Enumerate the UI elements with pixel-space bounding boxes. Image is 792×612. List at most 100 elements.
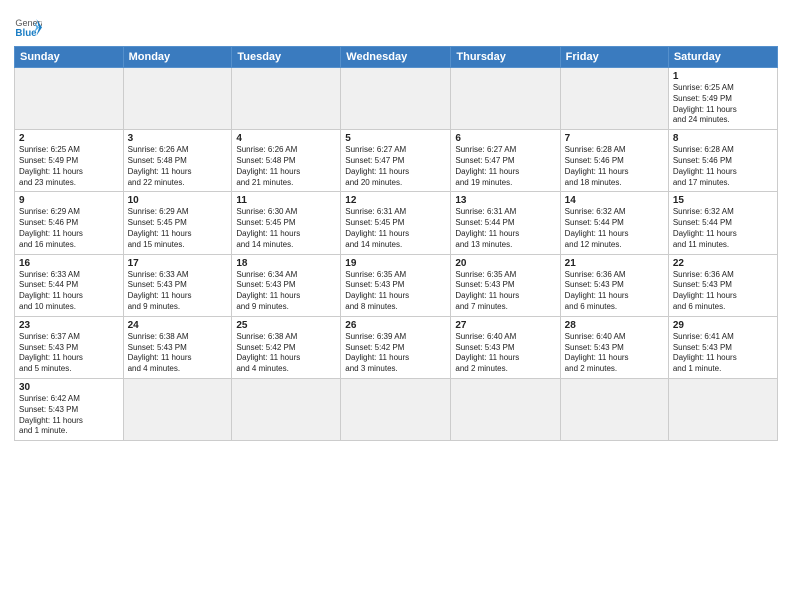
day-info: Sunrise: 6:28 AMSunset: 5:46 PMDaylight:… bbox=[673, 145, 773, 188]
day-number: 17 bbox=[128, 258, 228, 269]
day-info: Sunrise: 6:41 AMSunset: 5:43 PMDaylight:… bbox=[673, 332, 773, 375]
day-number: 4 bbox=[236, 133, 336, 144]
calendar-cell bbox=[560, 378, 668, 440]
day-number: 23 bbox=[19, 320, 119, 331]
day-number: 30 bbox=[19, 382, 119, 393]
day-number: 18 bbox=[236, 258, 336, 269]
day-info: Sunrise: 6:38 AMSunset: 5:42 PMDaylight:… bbox=[236, 332, 336, 375]
day-number: 15 bbox=[673, 195, 773, 206]
calendar-table: SundayMondayTuesdayWednesdayThursdayFrid… bbox=[14, 46, 778, 441]
day-number: 3 bbox=[128, 133, 228, 144]
day-number: 1 bbox=[673, 71, 773, 82]
calendar-cell: 18Sunrise: 6:34 AMSunset: 5:43 PMDayligh… bbox=[232, 254, 341, 316]
calendar-cell bbox=[341, 68, 451, 130]
calendar-cell: 1Sunrise: 6:25 AMSunset: 5:49 PMDaylight… bbox=[668, 68, 777, 130]
calendar-cell: 3Sunrise: 6:26 AMSunset: 5:48 PMDaylight… bbox=[123, 130, 232, 192]
calendar-cell: 11Sunrise: 6:30 AMSunset: 5:45 PMDayligh… bbox=[232, 192, 341, 254]
calendar-cell bbox=[232, 378, 341, 440]
day-info: Sunrise: 6:42 AMSunset: 5:43 PMDaylight:… bbox=[19, 394, 119, 437]
calendar-cell bbox=[341, 378, 451, 440]
calendar-week-0: 1Sunrise: 6:25 AMSunset: 5:49 PMDaylight… bbox=[15, 68, 778, 130]
svg-text:Blue: Blue bbox=[15, 28, 37, 39]
day-number: 16 bbox=[19, 258, 119, 269]
calendar-cell bbox=[451, 378, 560, 440]
calendar-cell: 19Sunrise: 6:35 AMSunset: 5:43 PMDayligh… bbox=[341, 254, 451, 316]
day-info: Sunrise: 6:33 AMSunset: 5:43 PMDaylight:… bbox=[128, 270, 228, 313]
day-number: 8 bbox=[673, 133, 773, 144]
day-info: Sunrise: 6:40 AMSunset: 5:43 PMDaylight:… bbox=[565, 332, 664, 375]
calendar-cell: 6Sunrise: 6:27 AMSunset: 5:47 PMDaylight… bbox=[451, 130, 560, 192]
day-number: 10 bbox=[128, 195, 228, 206]
calendar-week-1: 2Sunrise: 6:25 AMSunset: 5:49 PMDaylight… bbox=[15, 130, 778, 192]
day-number: 2 bbox=[19, 133, 119, 144]
logo: General Blue bbox=[14, 14, 44, 40]
calendar-cell: 16Sunrise: 6:33 AMSunset: 5:44 PMDayligh… bbox=[15, 254, 124, 316]
day-number: 26 bbox=[345, 320, 446, 331]
day-number: 14 bbox=[565, 195, 664, 206]
day-number: 7 bbox=[565, 133, 664, 144]
day-info: Sunrise: 6:35 AMSunset: 5:43 PMDaylight:… bbox=[455, 270, 555, 313]
calendar-cell: 29Sunrise: 6:41 AMSunset: 5:43 PMDayligh… bbox=[668, 316, 777, 378]
calendar-cell: 21Sunrise: 6:36 AMSunset: 5:43 PMDayligh… bbox=[560, 254, 668, 316]
calendar-week-5: 30Sunrise: 6:42 AMSunset: 5:43 PMDayligh… bbox=[15, 378, 778, 440]
day-number: 27 bbox=[455, 320, 555, 331]
calendar-cell bbox=[451, 68, 560, 130]
calendar-cell bbox=[232, 68, 341, 130]
calendar-cell bbox=[123, 378, 232, 440]
calendar-cell: 7Sunrise: 6:28 AMSunset: 5:46 PMDaylight… bbox=[560, 130, 668, 192]
calendar-week-2: 9Sunrise: 6:29 AMSunset: 5:46 PMDaylight… bbox=[15, 192, 778, 254]
calendar-cell: 5Sunrise: 6:27 AMSunset: 5:47 PMDaylight… bbox=[341, 130, 451, 192]
day-number: 22 bbox=[673, 258, 773, 269]
calendar-cell: 17Sunrise: 6:33 AMSunset: 5:43 PMDayligh… bbox=[123, 254, 232, 316]
day-number: 29 bbox=[673, 320, 773, 331]
weekday-header-tuesday: Tuesday bbox=[232, 47, 341, 68]
calendar-body: 1 Sunrise: 6:25 AMSunset: 5:49 PMDaylight… bbox=[15, 68, 778, 441]
calendar-cell: 22Sunrise: 6:36 AMSunset: 5:43 PMDayligh… bbox=[668, 254, 777, 316]
day-info: Sunrise: 6:36 AMSunset: 5:43 PMDaylight:… bbox=[565, 270, 664, 313]
logo-icon: General Blue bbox=[14, 12, 42, 40]
weekday-header-row: SundayMondayTuesdayWednesdayThursdayFrid… bbox=[15, 47, 778, 68]
day-number: 9 bbox=[19, 195, 119, 206]
day-info: Sunrise: 6:27 AMSunset: 5:47 PMDaylight:… bbox=[455, 145, 555, 188]
weekday-header-wednesday: Wednesday bbox=[341, 47, 451, 68]
day-info: Sunrise: 6:26 AMSunset: 5:48 PMDaylight:… bbox=[236, 145, 336, 188]
weekday-header-saturday: Saturday bbox=[668, 47, 777, 68]
weekday-header-thursday: Thursday bbox=[451, 47, 560, 68]
day-info: Sunrise: 6:40 AMSunset: 5:43 PMDaylight:… bbox=[455, 332, 555, 375]
day-info: Sunrise: 6:38 AMSunset: 5:43 PMDaylight:… bbox=[128, 332, 228, 375]
day-info: Sunrise: 6:34 AMSunset: 5:43 PMDaylight:… bbox=[236, 270, 336, 313]
day-info: Sunrise: 6:31 AMSunset: 5:45 PMDaylight:… bbox=[345, 207, 446, 250]
calendar-cell: 12Sunrise: 6:31 AMSunset: 5:45 PMDayligh… bbox=[341, 192, 451, 254]
day-number: 28 bbox=[565, 320, 664, 331]
day-number: 19 bbox=[345, 258, 446, 269]
calendar-cell: 28Sunrise: 6:40 AMSunset: 5:43 PMDayligh… bbox=[560, 316, 668, 378]
calendar-cell: 15Sunrise: 6:32 AMSunset: 5:44 PMDayligh… bbox=[668, 192, 777, 254]
calendar-cell: 26Sunrise: 6:39 AMSunset: 5:42 PMDayligh… bbox=[341, 316, 451, 378]
calendar-cell: 2Sunrise: 6:25 AMSunset: 5:49 PMDaylight… bbox=[15, 130, 124, 192]
calendar-cell: 8Sunrise: 6:28 AMSunset: 5:46 PMDaylight… bbox=[668, 130, 777, 192]
day-info: Sunrise: 6:27 AMSunset: 5:47 PMDaylight:… bbox=[345, 145, 446, 188]
day-info: Sunrise: 6:29 AMSunset: 5:45 PMDaylight:… bbox=[128, 207, 228, 250]
calendar-cell: 4Sunrise: 6:26 AMSunset: 5:48 PMDaylight… bbox=[232, 130, 341, 192]
day-number: 13 bbox=[455, 195, 555, 206]
day-info: Sunrise: 6:35 AMSunset: 5:43 PMDaylight:… bbox=[345, 270, 446, 313]
calendar-cell: 13Sunrise: 6:31 AMSunset: 5:44 PMDayligh… bbox=[451, 192, 560, 254]
day-info: Sunrise: 6:26 AMSunset: 5:48 PMDaylight:… bbox=[128, 145, 228, 188]
calendar-week-4: 23Sunrise: 6:37 AMSunset: 5:43 PMDayligh… bbox=[15, 316, 778, 378]
day-number: 21 bbox=[565, 258, 664, 269]
day-number: 20 bbox=[455, 258, 555, 269]
day-number: 5 bbox=[345, 133, 446, 144]
day-info: Sunrise: 6:32 AMSunset: 5:44 PMDaylight:… bbox=[565, 207, 664, 250]
calendar-cell bbox=[15, 68, 124, 130]
day-info: Sunrise: 6:36 AMSunset: 5:43 PMDaylight:… bbox=[673, 270, 773, 313]
day-info: Sunrise: 6:29 AMSunset: 5:46 PMDaylight:… bbox=[19, 207, 119, 250]
day-number: 11 bbox=[236, 195, 336, 206]
day-info: Sunrise: 6:32 AMSunset: 5:44 PMDaylight:… bbox=[673, 207, 773, 250]
day-number: 6 bbox=[455, 133, 555, 144]
day-info: Sunrise: 6:30 AMSunset: 5:45 PMDaylight:… bbox=[236, 207, 336, 250]
day-info: Sunrise: 6:28 AMSunset: 5:46 PMDaylight:… bbox=[565, 145, 664, 188]
weekday-header-sunday: Sunday bbox=[15, 47, 124, 68]
calendar-cell: 23Sunrise: 6:37 AMSunset: 5:43 PMDayligh… bbox=[15, 316, 124, 378]
calendar-cell bbox=[668, 378, 777, 440]
day-info: Sunrise: 6:25 AMSunset: 5:49 PMDaylight:… bbox=[19, 145, 119, 188]
